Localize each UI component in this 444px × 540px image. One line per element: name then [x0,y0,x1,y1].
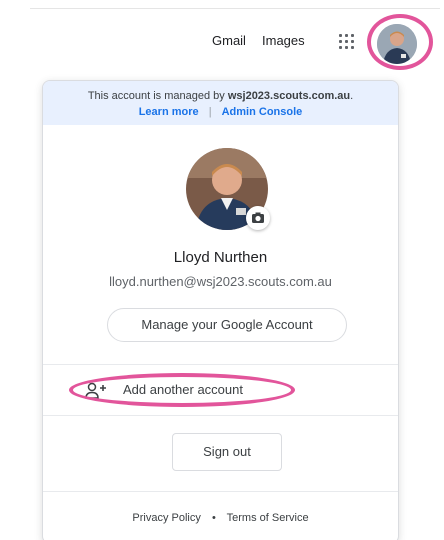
terms-of-service-link[interactable]: Terms of Service [227,512,309,524]
learn-more-link[interactable]: Learn more [139,106,199,118]
divider-bottom [43,415,398,416]
managed-account-banner: This account is managed by wsj2023.scout… [43,81,398,125]
account-switcher-page: Gmail Images This account is managed by … [0,0,444,540]
managed-suffix: . [350,90,354,102]
add-account-row[interactable]: Add another account [43,365,398,415]
admin-console-link[interactable]: Admin Console [222,106,303,118]
avatar-highlight-annotation [367,14,433,70]
apps-grid-icon[interactable] [338,33,356,51]
footer-links: Privacy Policy • Terms of Service [43,512,398,524]
account-email: lloyd.nurthen@wsj2023.scouts.com.au [109,274,332,289]
account-name: Lloyd Nurthen [173,249,268,266]
account-card: This account is managed by wsj2023.scout… [42,80,399,540]
gmail-link[interactable]: Gmail [212,33,246,48]
managed-text: This account is managed by wsj2023.scout… [43,90,398,102]
footer-separator: • [211,512,216,524]
add-account-highlight-annotation [69,373,295,407]
manage-account-button[interactable]: Manage your Google Account [107,308,347,342]
managed-prefix: This account is managed by [87,90,225,102]
camera-icon[interactable] [246,206,270,230]
images-link[interactable]: Images [262,33,305,48]
divider-footer [43,491,398,492]
managed-domain: wsj2023.scouts.com.au [227,90,351,102]
header-divider [30,8,440,9]
privacy-policy-link[interactable]: Privacy Policy [132,512,200,524]
link-separator: | [208,106,212,118]
sign-out-button[interactable]: Sign out [172,433,282,471]
managed-links: Learn more | Admin Console [43,106,398,118]
